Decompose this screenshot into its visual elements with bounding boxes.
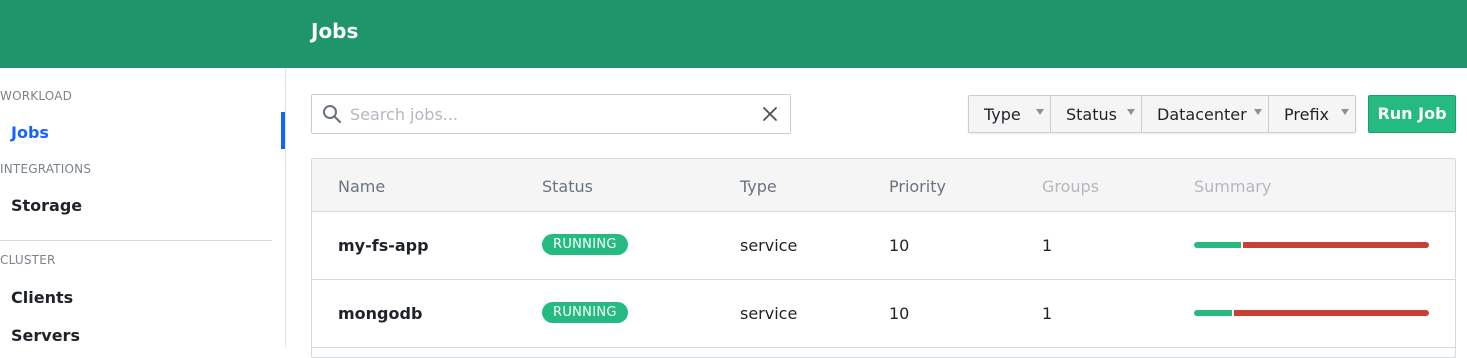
run-job-button[interactable]: Run Job bbox=[1368, 95, 1456, 133]
allocation-summary-bar[interactable] bbox=[1194, 310, 1429, 316]
column-header-groups: Groups bbox=[1042, 177, 1100, 196]
summary-running-segment bbox=[1194, 310, 1232, 316]
sidebar-section-workload: WORKLOAD bbox=[0, 89, 73, 103]
allocation-summary-bar[interactable] bbox=[1194, 242, 1429, 248]
summary-failed-segment bbox=[1243, 242, 1429, 248]
filter-type-dropdown[interactable]: Type bbox=[969, 96, 1051, 132]
table-row[interactable]: mongodb RUNNING service 10 1 bbox=[312, 280, 1455, 348]
close-icon[interactable] bbox=[760, 104, 780, 124]
chevron-down-icon bbox=[1127, 109, 1135, 115]
job-name-link[interactable]: my-fs-app bbox=[338, 236, 429, 255]
job-priority: 10 bbox=[889, 236, 910, 255]
status-badge: RUNNING bbox=[542, 302, 628, 323]
page-title: Jobs bbox=[311, 19, 359, 43]
job-priority: 10 bbox=[889, 304, 910, 323]
column-header-priority[interactable]: Priority bbox=[889, 177, 946, 196]
column-header-status[interactable]: Status bbox=[542, 177, 593, 196]
sidebar-item-clients[interactable]: Clients bbox=[11, 288, 73, 307]
top-header: Jobs bbox=[0, 0, 1467, 68]
job-type: service bbox=[740, 236, 798, 255]
status-badge: RUNNING bbox=[542, 234, 628, 255]
jobs-table: Name Status Type Priority Groups Summary… bbox=[311, 158, 1456, 358]
filter-datacenter-dropdown[interactable]: Datacenter bbox=[1142, 96, 1269, 132]
filter-group: Type Status Datacenter Prefix bbox=[968, 95, 1356, 133]
sidebar-item-storage[interactable]: Storage bbox=[11, 196, 82, 215]
sidebar-section-cluster: CLUSTER bbox=[0, 253, 56, 267]
table-row[interactable]: my-fs-app RUNNING service 10 1 bbox=[312, 212, 1455, 280]
job-type: service bbox=[740, 304, 798, 323]
chevron-down-icon bbox=[1341, 109, 1349, 115]
column-header-summary: Summary bbox=[1194, 177, 1272, 196]
filter-datacenter-label: Datacenter bbox=[1157, 105, 1247, 124]
search-input[interactable] bbox=[350, 96, 750, 132]
job-groups: 1 bbox=[1042, 304, 1053, 323]
sidebar-item-jobs[interactable]: Jobs bbox=[11, 123, 49, 142]
column-header-type[interactable]: Type bbox=[740, 177, 777, 196]
filter-status-label: Status bbox=[1066, 105, 1117, 124]
job-name-link[interactable]: mongodb bbox=[338, 304, 422, 323]
chevron-down-icon bbox=[1254, 109, 1262, 115]
search-icon bbox=[323, 105, 342, 124]
sidebar-section-integrations: INTEGRATIONS bbox=[0, 162, 92, 176]
sidebar-item-servers[interactable]: Servers bbox=[11, 326, 80, 345]
sidebar-divider bbox=[0, 240, 272, 241]
summary-running-segment bbox=[1194, 242, 1241, 248]
filter-prefix-label: Prefix bbox=[1284, 105, 1329, 124]
search-box bbox=[311, 94, 791, 134]
filter-type-label: Type bbox=[984, 105, 1021, 124]
job-groups: 1 bbox=[1042, 236, 1053, 255]
table-header: Name Status Type Priority Groups Summary bbox=[312, 159, 1455, 212]
filter-status-dropdown[interactable]: Status bbox=[1051, 96, 1142, 132]
column-header-name[interactable]: Name bbox=[338, 177, 385, 196]
filter-prefix-dropdown[interactable]: Prefix bbox=[1269, 96, 1355, 132]
chevron-down-icon bbox=[1036, 109, 1044, 115]
sidebar: WORKLOAD Jobs INTEGRATIONS Storage CLUST… bbox=[0, 68, 286, 347]
summary-failed-segment bbox=[1234, 310, 1429, 316]
active-indicator bbox=[281, 112, 285, 149]
